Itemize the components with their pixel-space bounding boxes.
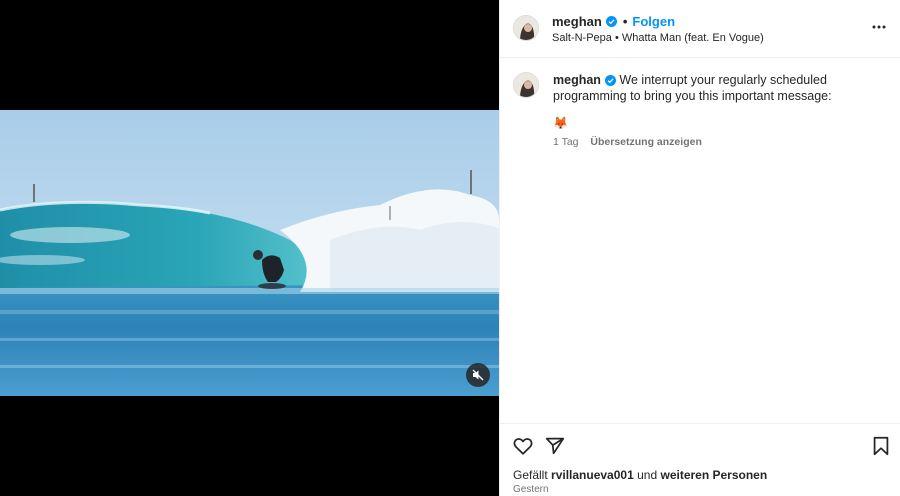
speaker-muted-icon: [472, 369, 484, 381]
separator-dot: •: [622, 14, 628, 29]
more-options-icon[interactable]: [871, 19, 887, 35]
bookmark-icon[interactable]: [870, 435, 892, 457]
likes-summary: Gefällt rvillanueva001 und weiteren Pers…: [513, 468, 767, 482]
username-link[interactable]: meghan: [552, 14, 602, 29]
heart-icon[interactable]: [512, 435, 534, 457]
verified-badge-icon: [604, 74, 616, 86]
caption-age[interactable]: 1 Tag: [553, 136, 579, 148]
caption-username-link[interactable]: meghan: [553, 72, 616, 88]
avatar[interactable]: [513, 15, 539, 41]
caption-emoji: 🦊: [553, 116, 568, 130]
surfing-video[interactable]: [0, 110, 499, 396]
likes-prefix: Gefällt: [513, 468, 548, 482]
action-bar: [500, 423, 900, 465]
caption-username[interactable]: meghan: [553, 72, 601, 88]
translate-button[interactable]: Übersetzung anzeigen: [590, 136, 701, 148]
caption-avatar[interactable]: [513, 72, 539, 98]
liked-by-others-link[interactable]: weiteren Personen: [660, 468, 767, 482]
caption-meta: 1 Tag Übersetzung anzeigen: [553, 136, 702, 148]
post-date[interactable]: Gestern: [513, 484, 549, 495]
mute-toggle-button[interactable]: [466, 363, 490, 387]
follow-button[interactable]: Folgen: [632, 14, 675, 29]
paper-plane-icon[interactable]: [544, 435, 566, 457]
caption-text-block: meghan We interrupt your regularly sched…: [553, 72, 887, 104]
header-user-row: meghan • Folgen: [552, 14, 675, 29]
profile-picture-icon: [514, 73, 538, 97]
post-media[interactable]: [0, 0, 499, 496]
likes-middle: und: [637, 468, 658, 482]
post-header: meghan • Folgen Salt-N-Pepa • Whatta Man…: [500, 0, 900, 58]
post-side-panel: meghan • Folgen Salt-N-Pepa • Whatta Man…: [499, 0, 900, 496]
surf-video-frame: [0, 110, 499, 396]
audio-track-link[interactable]: Salt-N-Pepa • Whatta Man (feat. En Vogue…: [552, 32, 764, 44]
liked-by-user-link[interactable]: rvillanueva001: [551, 468, 634, 482]
profile-picture-icon: [514, 16, 538, 40]
verified-badge-icon: [605, 16, 617, 27]
